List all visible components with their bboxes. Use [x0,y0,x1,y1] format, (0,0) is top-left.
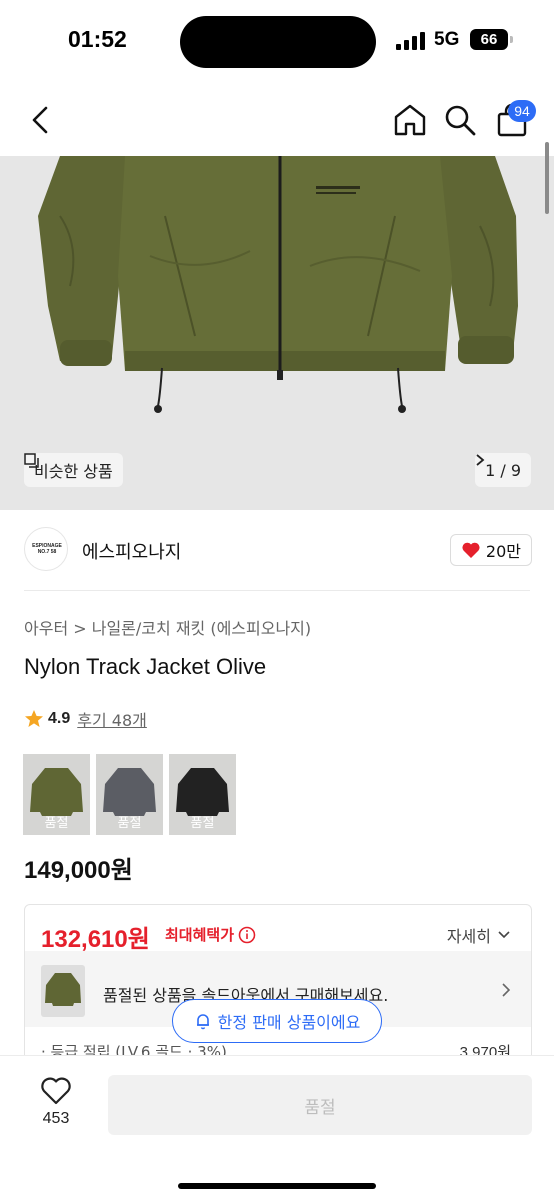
cart-count-badge: 94 [508,100,536,122]
original-price: 149,000원 [24,857,133,884]
brand-like-button[interactable]: 20만 [449,534,532,566]
review-link[interactable]: 후기 48개 [77,707,147,731]
rating-row: 4.9 후기 48개 [24,707,147,731]
back-icon[interactable] [24,102,58,138]
benefit-detail-label: 자세히 [446,927,491,946]
info-icon[interactable] [238,926,256,944]
similar-products-label: 비슷한 상품 [34,462,113,481]
limited-sale-text: 한정 판매 상품이에요 [217,1013,361,1032]
brand-name[interactable]: 에스피오나지 [82,538,181,564]
wishlist-count: 453 [42,1110,70,1127]
brand-like-count: 20만 [485,542,521,561]
option-soldout-label: 품절 [117,816,142,831]
chevron-right-icon [476,454,485,466]
max-benefit-text: 최대혜택가 [165,926,235,944]
status-bar: 01:52 5G 66 [0,0,554,84]
brand-logo-text: ESPIONAGE NO.7 58 [32,543,62,555]
image-pager-label: 1 / 9 [485,460,521,480]
battery-icon: 66 [470,29,513,50]
buy-button-disabled[interactable]: 품절 [108,1075,532,1135]
limited-sale-toast: 한정 판매 상품이에요 [172,999,382,1043]
product-image-gallery[interactable]: 비슷한 상품 1 / 9 [0,156,554,510]
similar-products-button[interactable]: 비슷한 상품 [24,453,123,487]
signal-icon [396,32,425,50]
option-soldout-label: 품절 [190,816,215,831]
heart-outline-icon[interactable] [40,1076,72,1106]
brand-row: ESPIONAGE NO.7 58 에스피오나지 20만 [24,526,532,574]
scrollbar[interactable] [545,142,549,214]
image-pager[interactable]: 1 / 9 [475,453,531,487]
color-option-gray[interactable]: 품절 [96,754,163,835]
search-icon[interactable] [442,102,478,138]
dynamic-island [180,16,376,68]
color-option-black[interactable]: 품절 [169,754,236,835]
benefit-detail-toggle[interactable]: 자세히 [447,923,511,947]
star-icon [25,710,43,727]
option-soldout-label: 품절 [44,816,69,831]
divider [24,590,530,591]
brand-logo[interactable]: ESPIONAGE NO.7 58 [24,527,68,571]
soldout-jacket-image [45,973,81,1006]
color-option-olive[interactable]: 품절 [23,754,90,835]
home-indicator[interactable] [178,1183,376,1189]
bottom-action-bar: 453 품절 [0,1055,554,1200]
product-title: Nylon Track Jacket Olive [24,654,267,679]
heart-filled-icon [462,542,480,558]
top-nav [0,84,554,156]
max-benefit-price: 132,610원 [41,926,150,953]
color-options: 품절 품절 품절 [23,754,236,835]
rating-score: 4.9 [48,710,71,727]
bell-icon [196,1014,209,1030]
max-benefit-label[interactable]: 최대혜택가 [165,924,256,945]
breadcrumb[interactable]: 아우터 > 나일론/코치 재킷 (에스피오나지) [24,615,311,639]
soldout-thumbnail [41,965,85,1017]
network-type: 5G [434,29,460,50]
home-icon[interactable] [392,102,428,138]
similar-icon [24,453,39,468]
status-time: 01:52 [68,26,127,52]
chevron-right-icon [502,983,511,997]
chevron-down-icon [498,931,510,939]
